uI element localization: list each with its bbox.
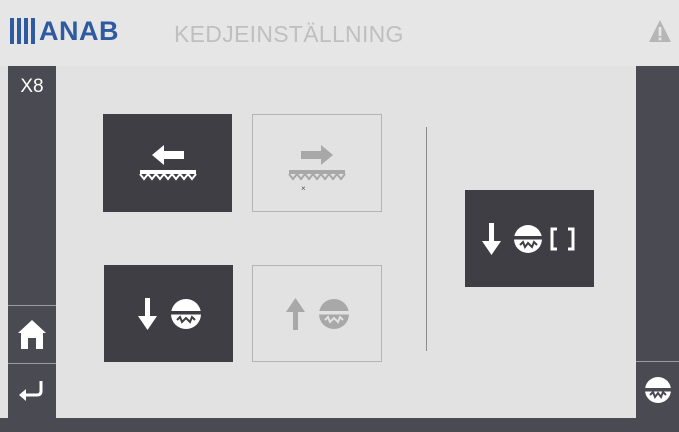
vertical-divider	[426, 127, 427, 351]
raise-blade-button[interactable]	[252, 265, 382, 362]
left-sidebar: X8	[8, 66, 56, 418]
arrow-down-blade-bracket-icon	[481, 222, 574, 255]
move-chain-right-button[interactable]	[252, 114, 382, 212]
anab-logo: ANAB	[10, 16, 119, 46]
saw-blade-icon	[642, 377, 673, 403]
lower-blade-button[interactable]	[104, 265, 233, 362]
header: ANAB KEDJEINSTÄLLNING	[0, 0, 679, 66]
bottom-bar	[0, 418, 679, 432]
page-title: KEDJEINSTÄLLNING	[174, 21, 404, 47]
arrow-down-blade-icon	[137, 297, 202, 330]
back-button[interactable]	[8, 363, 56, 418]
logo-bars	[10, 18, 35, 44]
move-chain-left-button[interactable]	[103, 114, 232, 212]
return-arrow-icon	[19, 380, 43, 401]
lower-blade-clamp-button[interactable]	[465, 190, 594, 287]
arrow-right-chain-icon	[288, 145, 346, 181]
saw-button[interactable]	[636, 362, 679, 418]
home-button[interactable]	[8, 306, 56, 362]
screen: ANAB KEDJEINSTÄLLNING X8 ×	[0, 0, 679, 432]
chain-marker: ×	[301, 184, 306, 193]
arrow-up-blade-icon	[286, 297, 350, 330]
warning-triangle-icon[interactable]	[648, 19, 672, 43]
main-content: ×	[56, 66, 636, 418]
right-sidebar	[636, 66, 679, 418]
machine-label: X8	[20, 76, 44, 97]
home-icon	[18, 320, 46, 349]
logo-text: ANAB	[39, 16, 119, 46]
arrow-left-chain-icon	[138, 145, 197, 181]
